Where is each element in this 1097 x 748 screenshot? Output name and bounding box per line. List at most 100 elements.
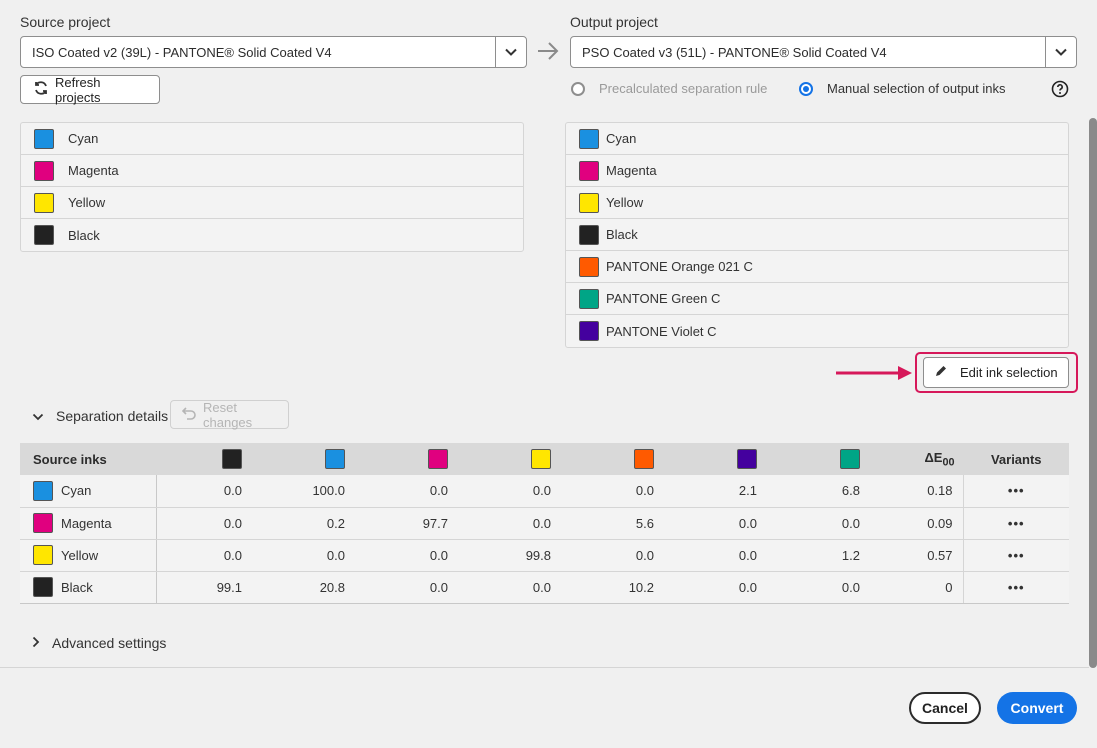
percentage-cell[interactable]: 0.0 (551, 475, 654, 508)
percentage-cell[interactable]: 0.0 (345, 539, 448, 572)
list-item: Cyan (21, 123, 523, 155)
edit-ink-selection-label: Edit ink selection (960, 365, 1058, 380)
percentage-cell[interactable]: 0.0 (345, 475, 448, 508)
annotation-arrow-icon (834, 364, 914, 385)
percentage-cell[interactable]: 0.0 (242, 539, 345, 572)
more-options-icon[interactable]: ••• (1008, 548, 1025, 563)
percentage-cell[interactable]: 1.2 (757, 539, 860, 572)
ink-swatch (33, 545, 53, 565)
table-row: Cyan 0.0 100.0 0.0 0.0 0.0 2.1 6.8 0.18 ••• (20, 475, 1069, 508)
help-icon[interactable] (1051, 80, 1069, 101)
list-item: PANTONE Green C (566, 283, 1068, 315)
ink-name: Cyan (606, 131, 637, 146)
radio-manual[interactable]: Manual selection of output inks (799, 81, 1006, 96)
radio-precalculated-circle[interactable] (571, 81, 585, 96)
percentage-cell[interactable]: 5.6 (551, 507, 654, 540)
separation-table: Source inks ΔE00 Variants Cyan 0.0 100.0 0.… (20, 443, 1069, 604)
header-ink-swatch (654, 443, 757, 475)
ink-name: Cyan (68, 131, 99, 146)
refresh-projects-button[interactable]: Refresh projects (20, 75, 160, 105)
percentage-cell[interactable]: 0.0 (156, 475, 242, 508)
percentage-cell[interactable]: 0.0 (654, 507, 757, 540)
separation-details-label: Separation details (56, 408, 169, 424)
radio-manual-circle[interactable] (799, 81, 813, 96)
ink-swatch (222, 449, 242, 469)
header-ink-swatch (345, 443, 448, 475)
percentage-cell[interactable]: 99.1 (156, 571, 242, 604)
percentage-cell[interactable]: 0.0 (654, 571, 757, 604)
separation-details-toggle[interactable]: Separation details (32, 408, 168, 424)
percentage-cell[interactable]: 2.1 (654, 475, 757, 508)
list-item: Magenta (566, 155, 1068, 187)
reset-changes-label: Reset changes (203, 399, 253, 430)
delta-e-cell: 0.18 (860, 475, 963, 508)
ink-swatch (34, 225, 54, 245)
percentage-cell[interactable]: 97.7 (345, 507, 448, 540)
source-ink-cell: Yellow (20, 539, 157, 572)
scrollbar[interactable] (1089, 0, 1097, 668)
delta-e-subscript: 00 (942, 456, 955, 469)
percentage-cell[interactable]: 0.2 (242, 507, 345, 540)
percentage-cell[interactable]: 20.8 (242, 571, 345, 604)
percentage-cell[interactable]: 0.0 (551, 539, 654, 572)
percentage-cell[interactable]: 0.0 (448, 571, 551, 604)
advanced-settings-toggle[interactable]: Advanced settings (32, 635, 166, 651)
percentage-cell[interactable]: 0.0 (156, 539, 242, 572)
percentage-cell[interactable]: 99.8 (448, 539, 551, 572)
table-header-row: Source inks ΔE00 Variants (20, 443, 1069, 475)
footer-divider (0, 667, 1089, 668)
source-ink-list: Cyan Magenta Yellow Black (20, 122, 524, 252)
table-row: Yellow 0.0 0.0 0.0 99.8 0.0 0.0 1.2 0.57 ••• (20, 539, 1069, 572)
more-options-icon[interactable]: ••• (1008, 580, 1025, 595)
cancel-button[interactable]: Cancel (909, 692, 981, 724)
percentage-cell[interactable]: 6.8 (757, 475, 860, 508)
output-project-select[interactable]: PSO Coated v3 (51L) - PANTONE® Solid Coa… (570, 36, 1077, 68)
ink-name: Magenta (68, 163, 119, 178)
ink-name: Black (68, 227, 100, 243)
source-project-select[interactable]: ISO Coated v2 (39L) - PANTONE® Solid Coa… (20, 36, 527, 68)
header-ink-swatch (156, 443, 242, 475)
edit-ink-selection-button[interactable]: Edit ink selection (923, 357, 1069, 388)
radio-precalculated[interactable]: Precalculated separation rule (571, 81, 767, 96)
ink-swatch (579, 256, 599, 277)
ink-name: PANTONE Violet C (606, 323, 717, 339)
variants-cell: ••• (962, 475, 1069, 508)
chevron-down-icon[interactable] (495, 37, 526, 67)
chevron-down-icon[interactable] (1045, 37, 1076, 67)
ink-name: PANTONE Orange 021 C (606, 259, 753, 274)
ink-name: Magenta (606, 163, 657, 178)
ink-name: Magenta (61, 515, 112, 531)
source-project-value: ISO Coated v2 (39L) - PANTONE® Solid Coa… (32, 44, 332, 60)
list-item: Black (21, 219, 523, 251)
ink-swatch (634, 449, 654, 469)
more-options-icon[interactable]: ••• (1008, 483, 1025, 498)
percentage-cell[interactable]: 0.0 (757, 571, 860, 604)
output-project-value: PSO Coated v3 (51L) - PANTONE® Solid Coa… (582, 44, 887, 60)
radio-precalculated-label: Precalculated separation rule (599, 81, 768, 96)
percentage-cell[interactable]: 0.0 (156, 507, 242, 540)
scrollbar-thumb[interactable] (1089, 118, 1097, 668)
header-ink-swatch (757, 443, 860, 475)
reset-changes-button[interactable]: Reset changes (170, 399, 289, 430)
ink-swatch (34, 128, 54, 149)
list-item: Magenta (21, 155, 523, 187)
percentage-cell[interactable]: 0.0 (757, 507, 860, 540)
header-source-inks: Source inks (20, 443, 156, 475)
convert-button[interactable]: Convert (997, 692, 1077, 724)
ink-name: Yellow (606, 195, 644, 210)
ink-swatch (325, 449, 345, 469)
ink-swatch (579, 160, 599, 181)
percentage-cell[interactable]: 0.0 (448, 475, 551, 508)
percentage-cell[interactable]: 10.2 (551, 571, 654, 604)
ink-swatch (579, 321, 599, 341)
ink-name: PANTONE Green C (606, 291, 721, 306)
percentage-cell[interactable]: 100.0 (242, 475, 345, 508)
percentage-cell[interactable]: 0.0 (448, 507, 551, 540)
percentage-cell[interactable]: 0.0 (654, 539, 757, 572)
list-item: Black (566, 219, 1068, 251)
ink-swatch (531, 449, 551, 469)
ink-swatch (428, 449, 448, 469)
pencil-icon (934, 364, 948, 381)
more-options-icon[interactable]: ••• (1008, 516, 1025, 531)
percentage-cell[interactable]: 0.0 (345, 571, 448, 604)
